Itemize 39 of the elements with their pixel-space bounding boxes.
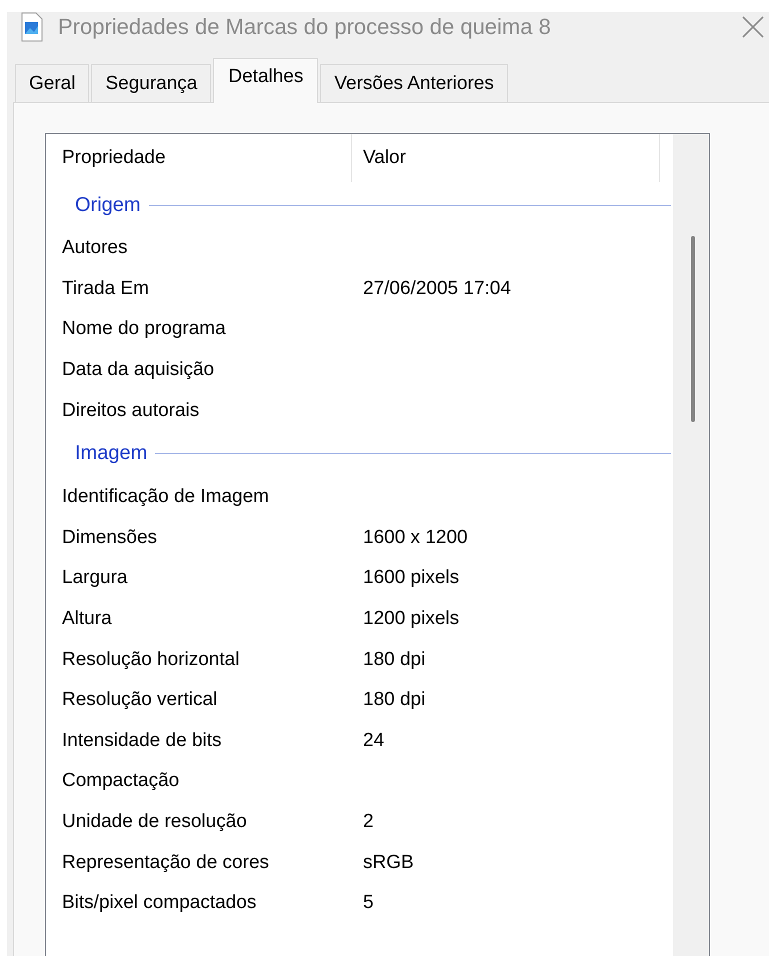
- close-icon[interactable]: [741, 15, 765, 39]
- property-value: 1600 pixels: [363, 567, 460, 590]
- property-name: Tirada Em: [62, 278, 149, 299]
- tab[interactable]: Segurança: [91, 64, 212, 102]
- tab[interactable]: Geral: [15, 64, 90, 102]
- property-name: Identificação de Imagem: [62, 486, 270, 508]
- tab[interactable]: Versões Anteriores: [320, 64, 508, 102]
- property-value: 180 dpi: [363, 648, 426, 671]
- scrollbar-thumb[interactable]: [691, 236, 695, 422]
- window-title: Propriedades de Marcas do processo de queima 8: [58, 14, 552, 40]
- property-name: Intensidade de bits: [62, 730, 222, 751]
- property-name: Compactação: [62, 770, 180, 792]
- property-value: 1200 pixels: [363, 608, 460, 630]
- property-name: Autores: [62, 237, 128, 258]
- scrollbar[interactable]: [673, 134, 709, 956]
- property-value: 24: [363, 730, 384, 752]
- property-value: sRGB: [363, 852, 414, 874]
- property-name: Nome do programa: [62, 318, 226, 340]
- property-name: Altura: [62, 608, 112, 630]
- column-header[interactable]: Propriedade: [62, 134, 352, 182]
- property-value: 2: [363, 811, 374, 834]
- property-value: 1600 x 1200: [363, 526, 468, 549]
- property-value: 5: [363, 892, 374, 914]
- property-name: Dimensões: [62, 526, 158, 548]
- group-header: Origem: [75, 194, 141, 216]
- group-header: Imagem: [75, 442, 148, 466]
- property-name: Direitos autorais: [62, 400, 200, 421]
- tab[interactable]: Detalhes: [213, 58, 318, 103]
- property-name: Bits/pixel compactados: [62, 892, 256, 914]
- property-value: 27/06/2005 17:04: [363, 278, 511, 300]
- property-name: Resolução horizontal: [62, 648, 240, 670]
- property-name: Resolução vertical: [62, 689, 218, 710]
- column-header[interactable]: Valor: [352, 134, 660, 182]
- property-value: 180 dpi: [363, 689, 426, 712]
- property-name: Unidade de resolução: [62, 811, 247, 832]
- image-file-icon: [20, 12, 44, 42]
- property-name: Largura: [62, 567, 128, 588]
- property-name: Representação de cores: [62, 852, 270, 873]
- property-name: Data da aquisição: [62, 359, 214, 380]
